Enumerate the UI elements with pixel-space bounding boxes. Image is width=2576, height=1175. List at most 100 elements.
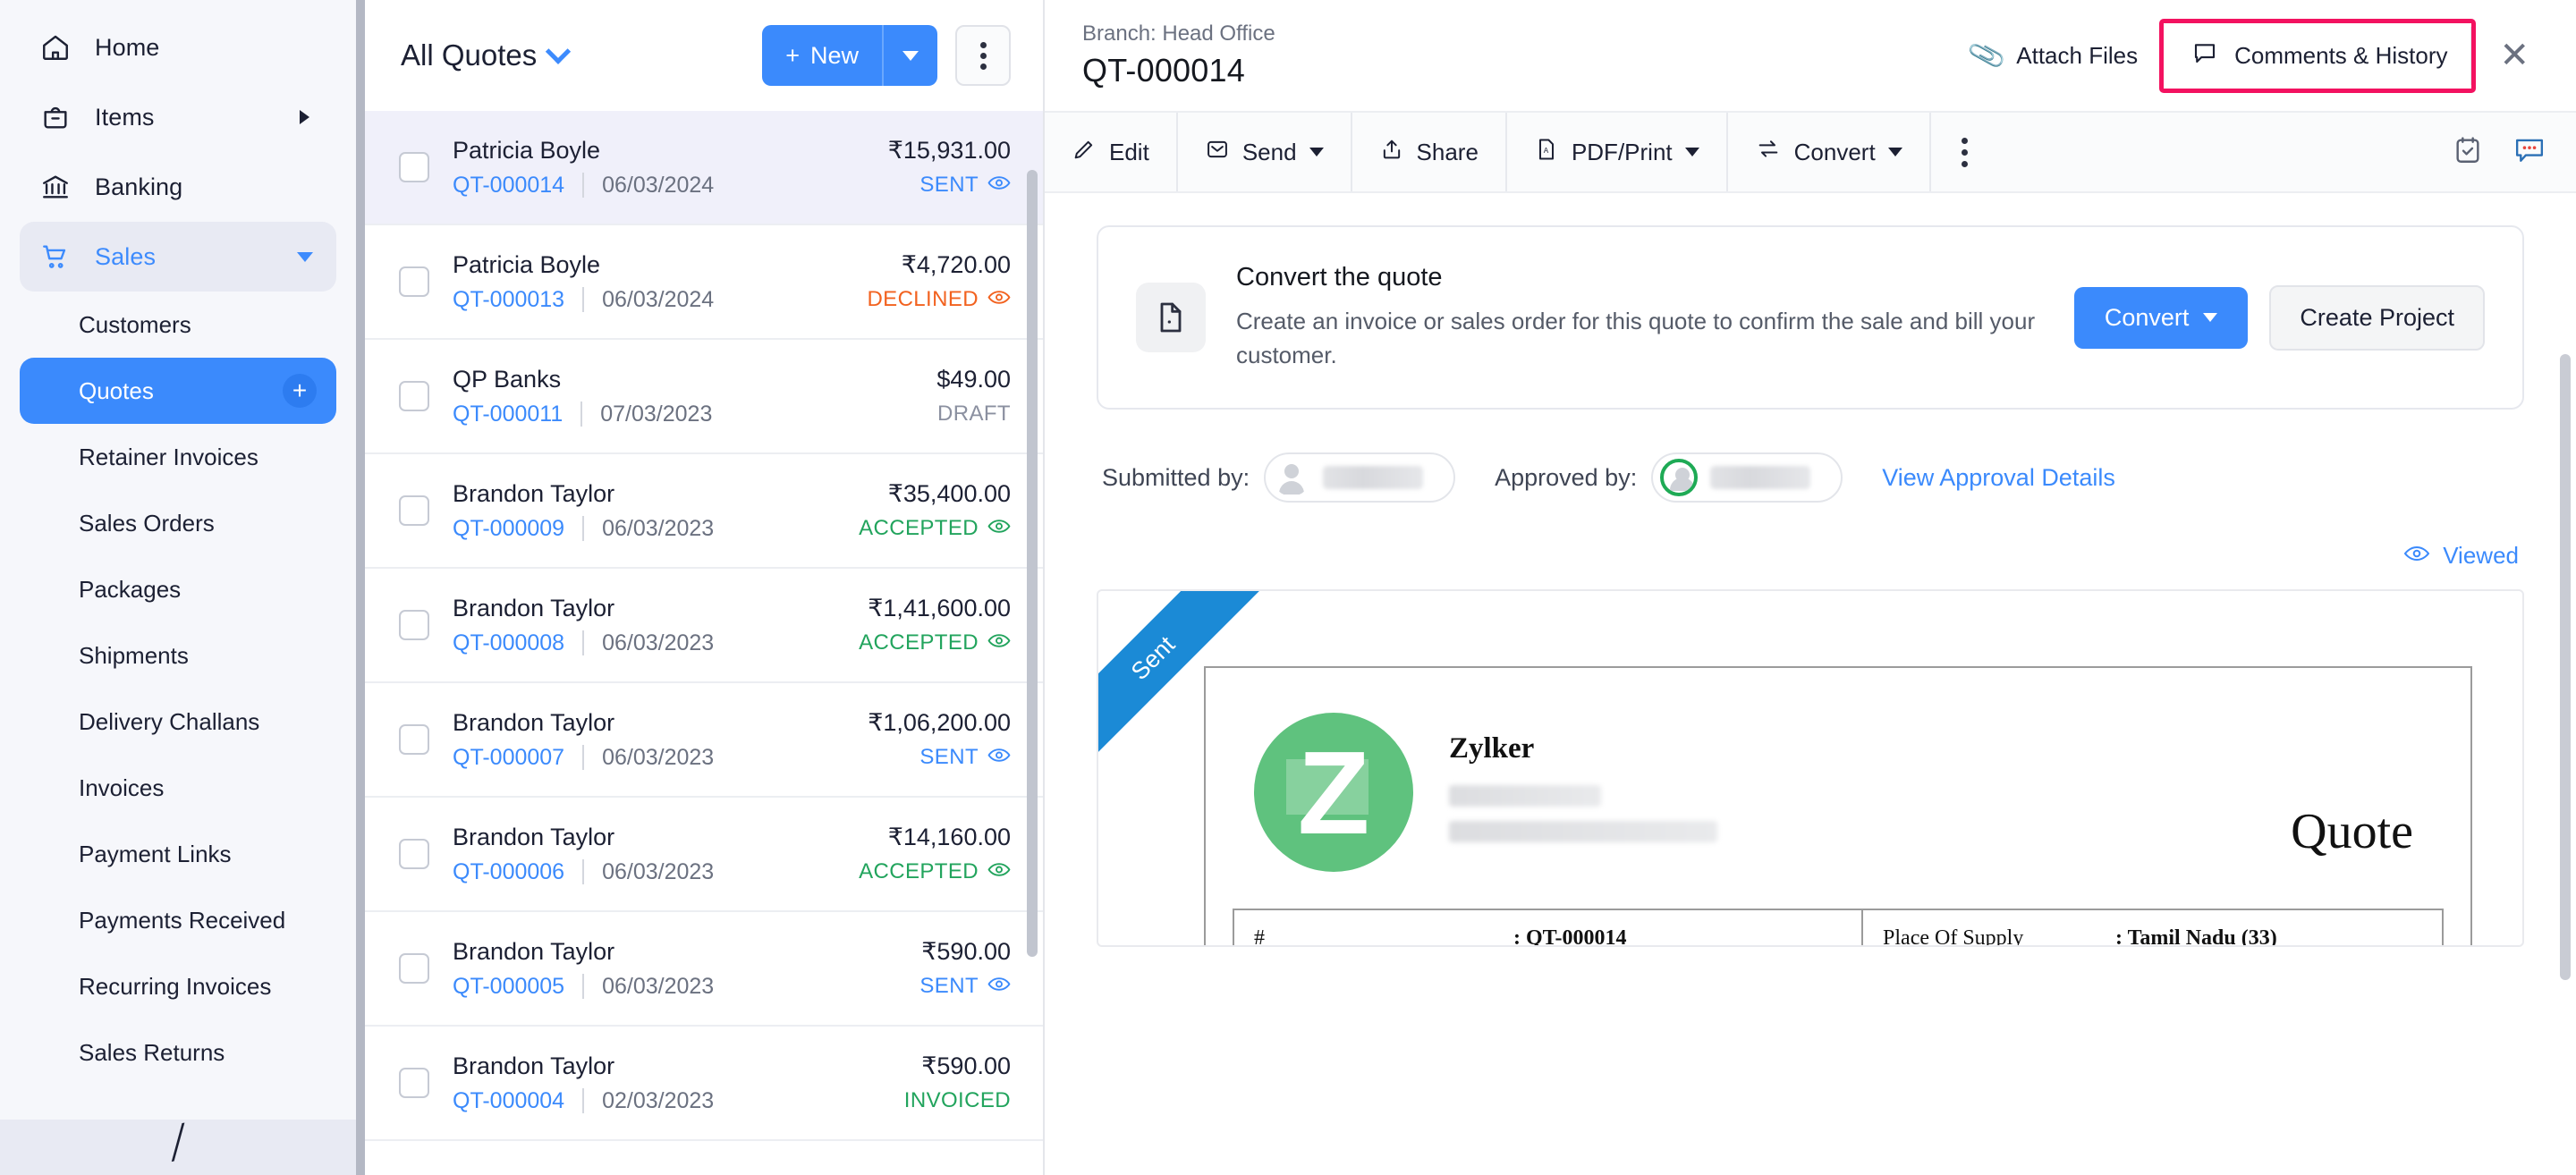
row-checkbox[interactable] [399,953,429,984]
row-checkbox[interactable] [399,1068,429,1098]
toolbar-send-button[interactable]: Send [1178,113,1352,191]
status-badge: SENT [919,173,1011,198]
quote-number[interactable]: QT-000007 [453,745,564,771]
sidebar-item-shipments[interactable]: Shipments [20,622,336,689]
status-label: INVOICED [904,1088,1011,1113]
sidebar-item-sales-orders[interactable]: Sales Orders [20,490,336,556]
table-row[interactable]: Brandon Taylor ₹35,400.00 QT-000009 06/0… [365,454,1043,569]
status-badge: DECLINED [867,287,1011,312]
quote-date: 06/03/2023 [602,630,714,656]
row-checkbox[interactable] [399,495,429,526]
table-row[interactable]: Brandon Taylor ₹14,160.00 QT-000006 06/0… [365,798,1043,912]
pencil-icon: ╱ [165,1123,191,1162]
sidebar-item-home[interactable]: Home [20,13,336,82]
approved-by-chip[interactable] [1651,452,1843,503]
sidebar-item-payments-received[interactable]: Payments Received [20,887,336,953]
new-dropdown-button[interactable] [884,25,937,86]
quote-number[interactable]: QT-000013 [453,287,564,313]
row-checkbox[interactable] [399,839,429,869]
quotes-list-body[interactable]: Patricia Boyle ₹15,931.00 QT-000014 06/0… [365,111,1043,1175]
chat-bubble-icon[interactable] [2513,135,2546,170]
caret-down-icon [1685,148,1699,156]
toolbar-convert-button[interactable]: Convert [1728,113,1931,191]
convert-button[interactable]: Convert [2074,287,2249,349]
company-name: Zylker [1449,732,2426,765]
caret-down-icon [1888,148,1902,156]
row-content: Brandon Taylor ₹1,41,600.00 QT-000008 06… [453,595,1011,656]
list-view-selector[interactable]: All Quotes [401,38,567,72]
quote-number[interactable]: QT-000008 [453,630,564,656]
sidebar-item-packages[interactable]: Packages [20,556,336,622]
quotes-list-pane: All Quotes + New [365,0,1045,1175]
add-quote-icon[interactable]: + [283,374,317,408]
paperclip-icon: 📎 [1966,35,2008,76]
sidebar-item-delivery-challans[interactable]: Delivery Challans [20,689,336,755]
row-checkbox[interactable] [399,152,429,182]
quote-number[interactable]: QT-000014 [453,173,564,199]
share-icon [1379,137,1404,168]
dot-icon [980,42,987,48]
approved-by-name-redacted [1710,466,1810,489]
customer-name: QP Banks [453,366,561,393]
eye-icon [987,287,1011,312]
quote-number[interactable]: QT-000005 [453,974,564,1000]
sidebar-item-items[interactable]: Items [20,82,336,152]
sidebar-sub-label: Invoices [79,774,164,802]
customer-name: Brandon Taylor [453,938,614,966]
table-row[interactable]: Brandon Taylor ₹1,41,600.00 QT-000008 06… [365,569,1043,683]
view-approval-details-link[interactable]: View Approval Details [1882,464,2115,492]
row-checkbox[interactable] [399,266,429,297]
sidebar-item-payment-links[interactable]: Payment Links [20,821,336,887]
table-row[interactable]: Brandon Taylor ₹590.00 QT-000005 06/03/2… [365,912,1043,1027]
quote-number[interactable]: QT-000009 [453,516,564,542]
table-row[interactable]: Patricia Boyle ₹4,720.00 QT-000013 06/03… [365,225,1043,340]
detail-scrollbar[interactable] [2560,354,2571,980]
detail-header-titles: Branch: Head Office QT-000014 [1082,21,1275,89]
meta-key: Place Of Supply [1883,926,2115,947]
table-row[interactable]: Patricia Boyle ₹15,931.00 QT-000014 06/0… [365,111,1043,225]
meta-value: : QT-000014 [1513,926,1626,947]
quote-number[interactable]: QT-000004 [453,1088,564,1114]
sidebar-resize-handle[interactable] [356,0,365,1175]
sidebar-item-retainer-invoices[interactable]: Retainer Invoices [20,424,336,490]
task-check-icon[interactable] [2453,135,2483,170]
close-icon[interactable]: ✕ [2483,38,2546,73]
row-checkbox[interactable] [399,610,429,640]
viewed-status[interactable]: Viewed [2403,542,2519,570]
quote-number[interactable]: QT-000011 [453,402,563,427]
viewed-row: Viewed [1097,542,2524,570]
table-row[interactable]: QP Banks $49.00 QT-000011 07/03/2023 DRA… [365,340,1043,454]
table-row[interactable]: Brandon Taylor ₹590.00 QT-000004 02/03/2… [365,1027,1043,1141]
status-badge: INVOICED [904,1088,1011,1113]
status-badge: DRAFT [937,402,1011,427]
toolbar-pdf-print-button[interactable]: A PDF/Print [1507,113,1728,191]
sidebar-item-label: Items [95,104,155,131]
row-checkbox[interactable] [399,381,429,411]
sidebar-footer[interactable]: ╱ [0,1120,356,1175]
new-button[interactable]: + New [762,25,884,86]
create-project-button[interactable]: Create Project [2269,285,2485,351]
toolbar-share-button[interactable]: Share [1352,113,1507,191]
toolbar-more-options-button[interactable] [1931,113,1998,191]
sidebar-item-customers[interactable]: Customers [20,292,336,358]
quote-detail-pane: Branch: Head Office QT-000014 📎 Attach F… [1045,0,2576,1175]
sidebar-item-recurring-invoices[interactable]: Recurring Invoices [20,953,336,1019]
attach-files-button[interactable]: 📎 Attach Files [1956,40,2152,72]
quote-document-preview[interactable]: Sent Z Zylker Quote [1097,589,2524,947]
divider [582,287,584,312]
list-scrollbar[interactable] [1027,170,1038,957]
sidebar-item-banking[interactable]: Banking [20,152,336,222]
quote-number[interactable]: QT-000006 [453,859,564,885]
sidebar-item-sales-returns[interactable]: Sales Returns [20,1019,336,1086]
row-checkbox[interactable] [399,724,429,755]
comments-history-button[interactable]: Comments & History [2168,27,2472,85]
list-more-options-button[interactable] [955,25,1011,86]
table-row[interactable]: Brandon Taylor ₹1,06,200.00 QT-000007 06… [365,683,1043,798]
sidebar-item-quotes[interactable]: Quotes + [20,358,336,424]
status-badge: ACCEPTED [859,859,1011,884]
sidebar-item-sales[interactable]: Sales [20,222,336,292]
submitted-by-chip[interactable] [1264,452,1455,503]
quote-date: 02/03/2023 [602,1088,714,1114]
toolbar-edit-button[interactable]: Edit [1045,113,1178,191]
sidebar-item-invoices[interactable]: Invoices [20,755,336,821]
